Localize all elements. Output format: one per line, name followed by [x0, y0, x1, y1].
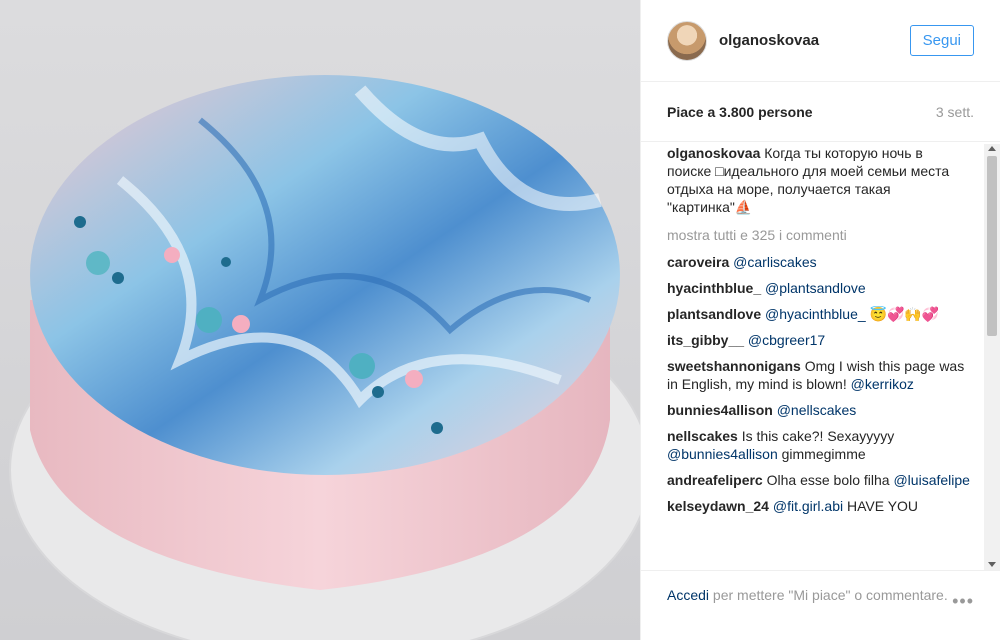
comment-mention[interactable]: @kerrikoz [851, 376, 914, 392]
username-link[interactable]: olganoskovaa [719, 32, 819, 49]
caption-username[interactable]: olganoskovaa [667, 145, 760, 161]
more-options-icon[interactable]: ••• [952, 591, 974, 612]
comment-text: Olha esse bolo filha [766, 472, 890, 488]
likes-count[interactable]: Piace a 3.800 persone [667, 104, 813, 120]
comment-text: HAVE YOU [846, 498, 919, 514]
comment-mention[interactable]: @luisafelipe [893, 472, 969, 488]
cake-photo [9, 75, 640, 640]
post-image[interactable] [0, 0, 640, 640]
comment-item: caroveira @carliscakes [667, 253, 974, 271]
bead [164, 247, 180, 263]
post-header: olganoskovaa Segui [641, 0, 1000, 82]
follow-button[interactable]: Segui [909, 25, 974, 56]
comment-item: sweetshannonigans Omg I wish this page w… [667, 357, 974, 393]
scroll-down-icon[interactable] [988, 562, 996, 567]
comment-user[interactable]: kelseydawn_24 [667, 498, 769, 514]
comment-user[interactable]: sweetshannonigans [667, 358, 801, 374]
bead [86, 251, 110, 275]
comment-mention[interactable]: @plantsandlove [765, 280, 866, 296]
post-footer: Accedi per mettere "Mi piace" o commenta… [641, 570, 1000, 640]
bead [349, 353, 375, 379]
likes-row: Piace a 3.800 persone 3 sett. [641, 82, 1000, 142]
post-time[interactable]: 3 sett. [936, 104, 974, 120]
bead [112, 272, 124, 284]
comment-text: Is this cake?! Sexayyyyy [741, 428, 895, 444]
comment-item: nellscakes Is this cake?! Sexayyyyy @bun… [667, 427, 974, 463]
avatar[interactable] [667, 20, 707, 61]
comment-text: 😇💞🙌💞 [869, 306, 940, 322]
comment-user[interactable]: nellscakes [667, 428, 738, 444]
bead [232, 315, 250, 333]
comment-item: kelseydawn_24 @fit.girl.abi HAVE YOU [667, 497, 974, 515]
login-prompt: per mettere "Mi piace" o commentare. [709, 587, 948, 603]
comment-text: gimmegimme [781, 446, 866, 462]
comment-user[interactable]: andreafeliperc [667, 472, 763, 488]
comment-item: its_gibby__ @cbgreer17 [667, 331, 974, 349]
caption: olganoskovaa Когда ты которую ночь в пои… [667, 144, 974, 216]
show-all-comments[interactable]: mostra tutti e 325 i commenti [667, 226, 974, 244]
comment-mention[interactable]: @nellscakes [777, 402, 857, 418]
bead [372, 386, 384, 398]
comment-item: hyacinthblue_ @plantsandlove [667, 279, 974, 297]
comment-user[interactable]: hyacinthblue_ [667, 280, 761, 296]
bead [196, 307, 222, 333]
scroll-up-icon[interactable] [988, 146, 996, 151]
comments-list[interactable]: olganoskovaa Когда ты которую ночь в пои… [667, 144, 974, 570]
comment-mention[interactable]: @carliscakes [733, 254, 816, 270]
bead [405, 370, 423, 388]
comment-item: andreafeliperc Olha esse bolo filha @lui… [667, 471, 974, 489]
comment-user[interactable]: its_gibby__ [667, 332, 744, 348]
bead [221, 257, 231, 267]
comment-mention[interactable]: @bunnies4allison [667, 446, 778, 462]
comment-mention[interactable]: @hyacinthblue_ [765, 306, 866, 322]
comment-item: plantsandlove @hyacinthblue_ 😇💞🙌💞 [667, 305, 974, 323]
comment-user[interactable]: caroveira [667, 254, 729, 270]
comments-scrollbar[interactable] [984, 144, 1000, 570]
comment-user[interactable]: bunnies4allison [667, 402, 773, 418]
comment-mention[interactable]: @cbgreer17 [748, 332, 825, 348]
bead [74, 216, 86, 228]
comment-item: bunnies4allison @nellscakes [667, 401, 974, 419]
login-link[interactable]: Accedi [667, 587, 709, 603]
post-sidebar: olganoskovaa Segui Piace a 3.800 persone… [640, 0, 1000, 640]
scroll-thumb[interactable] [987, 156, 997, 336]
bead [431, 422, 443, 434]
comment-mention[interactable]: @fit.girl.abi [773, 498, 843, 514]
comment-user[interactable]: plantsandlove [667, 306, 761, 322]
